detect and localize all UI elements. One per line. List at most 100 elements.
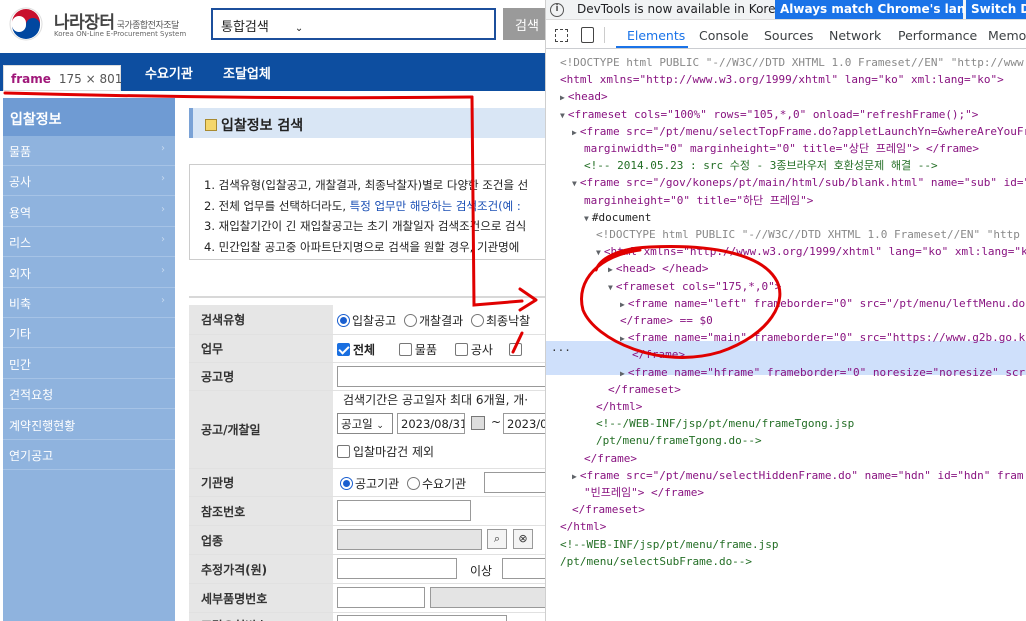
left-menu-item[interactable]: 민간 bbox=[3, 349, 175, 379]
nav-item-demand-agency[interactable]: 수요기관 bbox=[145, 63, 193, 82]
dom-node-line[interactable]: <!--WEB-INF/jsp/pt/menu/frame.jsp bbox=[560, 536, 779, 553]
collapse-triangle-icon[interactable]: ▼ bbox=[584, 214, 589, 223]
dom-node-line[interactable]: <!DOCTYPE html PUBLIC "-//W3C//DTD XHTML… bbox=[596, 226, 1020, 243]
detail-item-input[interactable] bbox=[337, 587, 425, 608]
dom-node-line[interactable]: ▼ <frameset cols="175,*,0"> bbox=[608, 278, 781, 295]
left-menu-item[interactable]: 견적요청 bbox=[3, 379, 175, 410]
dom-node-line[interactable]: </html> bbox=[596, 398, 642, 415]
nav-item-supplier[interactable]: 조달업체 bbox=[223, 63, 271, 82]
radio-final-winner[interactable] bbox=[471, 314, 484, 327]
label-procure-req: 조달요청번호/PR-No bbox=[189, 613, 333, 621]
dom-node-line[interactable]: "빈프레임"> </frame> bbox=[584, 484, 704, 501]
tab-performance[interactable]: Performance bbox=[898, 28, 977, 43]
dom-node-line[interactable]: </frameset> bbox=[572, 501, 645, 518]
left-menu-item[interactable]: 리스 › bbox=[3, 227, 175, 258]
agency-name-input[interactable] bbox=[484, 472, 545, 493]
left-menu-item[interactable]: 기타 bbox=[3, 318, 175, 349]
left-menu-item[interactable]: 물품 › bbox=[3, 136, 175, 166]
dom-node-line[interactable]: <!--/WEB-INF/jsp/pt/menu/frameTgong.jsp bbox=[596, 415, 854, 432]
node-actions-icon[interactable]: ··· bbox=[551, 342, 571, 359]
dom-node-line[interactable]: ▼ <frameset cols="100%" rows="105,*,0" on… bbox=[560, 106, 978, 123]
dom-node-line[interactable]: ▶ <frame name="left" frameborder="0" src=… bbox=[620, 295, 1025, 312]
left-menu-item[interactable]: 연기공고 bbox=[3, 440, 175, 470]
left-menu-item[interactable]: 계약진행현황 bbox=[3, 410, 175, 440]
exclude-deadline[interactable]: 입찰마감건 제외 bbox=[337, 443, 434, 460]
checkbox-all[interactable] bbox=[337, 343, 350, 356]
always-match-language-button[interactable]: Always match Chrome's language bbox=[775, 0, 1007, 19]
dom-node-line[interactable]: /pt/menu/selectSubFrame.do--> bbox=[560, 553, 752, 570]
dom-node-line[interactable]: </html> bbox=[560, 518, 606, 535]
dom-node-line[interactable]: ▼ #document bbox=[584, 209, 651, 226]
left-menu-header[interactable]: 입찰정보 bbox=[3, 98, 175, 136]
dom-node-text: <frame name="main" frameborder="0" src="… bbox=[627, 331, 1026, 345]
expand-triangle-icon[interactable]: ▶ bbox=[560, 93, 565, 102]
dom-node-line[interactable]: ▶ <head> bbox=[560, 88, 608, 105]
expand-triangle-icon[interactable]: ▶ bbox=[608, 265, 613, 274]
date-to-input[interactable]: 2023/0 bbox=[503, 413, 545, 434]
dom-node-text: <html xmlns="http://www.w3.org/1999/xhtm… bbox=[603, 245, 1026, 259]
switch-devtools-button[interactable]: Switch De bbox=[966, 0, 1026, 19]
industry-input[interactable] bbox=[337, 529, 482, 550]
search-button[interactable]: 검색 bbox=[503, 8, 545, 40]
tab-memory[interactable]: Memor bbox=[988, 28, 1026, 43]
collapse-triangle-icon[interactable]: ▼ bbox=[596, 248, 601, 257]
tab-sources[interactable]: Sources bbox=[764, 28, 813, 43]
radio-bid-notice[interactable] bbox=[337, 314, 350, 327]
left-menu-item[interactable]: 비축 › bbox=[3, 288, 175, 318]
collapse-triangle-icon[interactable]: ▼ bbox=[608, 283, 613, 292]
clear-icon[interactable]: ⊗ bbox=[513, 529, 533, 549]
dom-node-line[interactable]: marginheight="0" title="하단 프레임"> bbox=[584, 192, 813, 209]
expand-triangle-icon[interactable]: ▶ bbox=[620, 334, 625, 343]
expand-triangle-icon[interactable]: ▶ bbox=[620, 369, 625, 378]
dom-node-line[interactable]: ▼ <html xmlns="http://www.w3.org/1999/xht… bbox=[596, 243, 1026, 260]
dom-node-line[interactable]: </frame> bbox=[584, 450, 637, 467]
procure-req-input[interactable] bbox=[337, 615, 507, 621]
dom-node-line[interactable]: </frame> == $0 bbox=[620, 312, 713, 329]
dom-node-line[interactable]: <!DOCTYPE html PUBLIC "-//W3C//DTD XHTML… bbox=[560, 54, 1026, 71]
dom-node-line[interactable]: ▶ <head> </head> bbox=[608, 260, 709, 277]
expand-triangle-icon[interactable]: ▶ bbox=[620, 300, 625, 309]
radio-opening-result[interactable] bbox=[404, 314, 417, 327]
device-toolbar-icon[interactable] bbox=[581, 27, 594, 43]
expand-triangle-icon[interactable]: ▶ bbox=[572, 128, 577, 137]
tab-console[interactable]: Console bbox=[699, 28, 749, 43]
dom-node-line[interactable]: ▶ <frame name="main" frameborder="0" src=… bbox=[620, 329, 1025, 346]
dom-node-line[interactable]: ▶ <frame src="/pt/menu/selectTopFrame.do?… bbox=[572, 123, 1026, 140]
left-menu-item-label: 계약진행현황 bbox=[9, 418, 76, 433]
dom-node-line[interactable]: </frame> bbox=[632, 346, 685, 363]
price-max-input[interactable] bbox=[502, 558, 545, 579]
radio-demand-agency[interactable] bbox=[407, 477, 420, 490]
inspect-element-icon[interactable] bbox=[555, 29, 568, 42]
radio-notice-agency[interactable] bbox=[340, 477, 353, 490]
dom-node-line[interactable]: <!-- 2014.05.23 : src 수정 - 3종브라우저 호환성문제 … bbox=[584, 157, 938, 174]
search-icon[interactable]: ⌕ bbox=[487, 529, 507, 549]
collapse-triangle-icon[interactable]: ▼ bbox=[572, 179, 577, 188]
dom-node-line[interactable]: </frameset> bbox=[608, 381, 681, 398]
date-type-select[interactable]: 공고일 ⌄ bbox=[337, 413, 393, 434]
ref-no-input[interactable] bbox=[337, 500, 471, 521]
checkbox-exclude-deadline[interactable] bbox=[337, 445, 350, 458]
dom-node-line[interactable]: /pt/menu/frameTgong.do--> bbox=[596, 432, 762, 449]
tab-network[interactable]: Network bbox=[829, 28, 881, 43]
dom-node-line[interactable]: ▼ <frame src="/gov/koneps/pt/main/html/su… bbox=[572, 174, 1026, 191]
dom-node-line[interactable]: marginwidth="0" marginheight="0" title="… bbox=[584, 140, 979, 157]
tab-elements[interactable]: Elements bbox=[627, 28, 685, 43]
expand-triangle-icon[interactable]: ▶ bbox=[572, 472, 577, 481]
checkbox-service[interactable] bbox=[508, 343, 522, 356]
notice-name-input[interactable] bbox=[337, 366, 545, 387]
left-menu-item[interactable]: 외자 › bbox=[3, 258, 175, 288]
dom-node-line[interactable]: <html xmlns="http://www.w3.org/1999/xhtm… bbox=[560, 71, 1004, 88]
logo[interactable]: 나라장터 국가종합전자조달 Korea ON-Line E-Procurement… bbox=[8, 6, 208, 42]
left-menu-item[interactable]: 용역 › bbox=[3, 197, 175, 227]
checkbox-goods[interactable] bbox=[398, 343, 412, 356]
search-box[interactable]: 통합검색 ⌄ bbox=[211, 8, 496, 40]
left-menu-item[interactable]: 공사 › bbox=[3, 166, 175, 197]
search-scope-select[interactable]: 통합검색 ⌄ bbox=[221, 16, 303, 35]
price-min-input[interactable] bbox=[337, 558, 457, 579]
collapse-triangle-icon[interactable]: ▼ bbox=[560, 111, 565, 120]
calendar-icon[interactable] bbox=[471, 416, 485, 430]
date-from-input[interactable]: 2023/08/31 bbox=[397, 413, 465, 434]
dom-node-line[interactable]: ▶ <frame name="hframe" frameborder="0" no… bbox=[620, 364, 1025, 381]
checkbox-construction[interactable] bbox=[454, 343, 468, 356]
dom-node-line[interactable]: ▶ <frame src="/pt/menu/selectHiddenFrame.… bbox=[572, 467, 1024, 484]
